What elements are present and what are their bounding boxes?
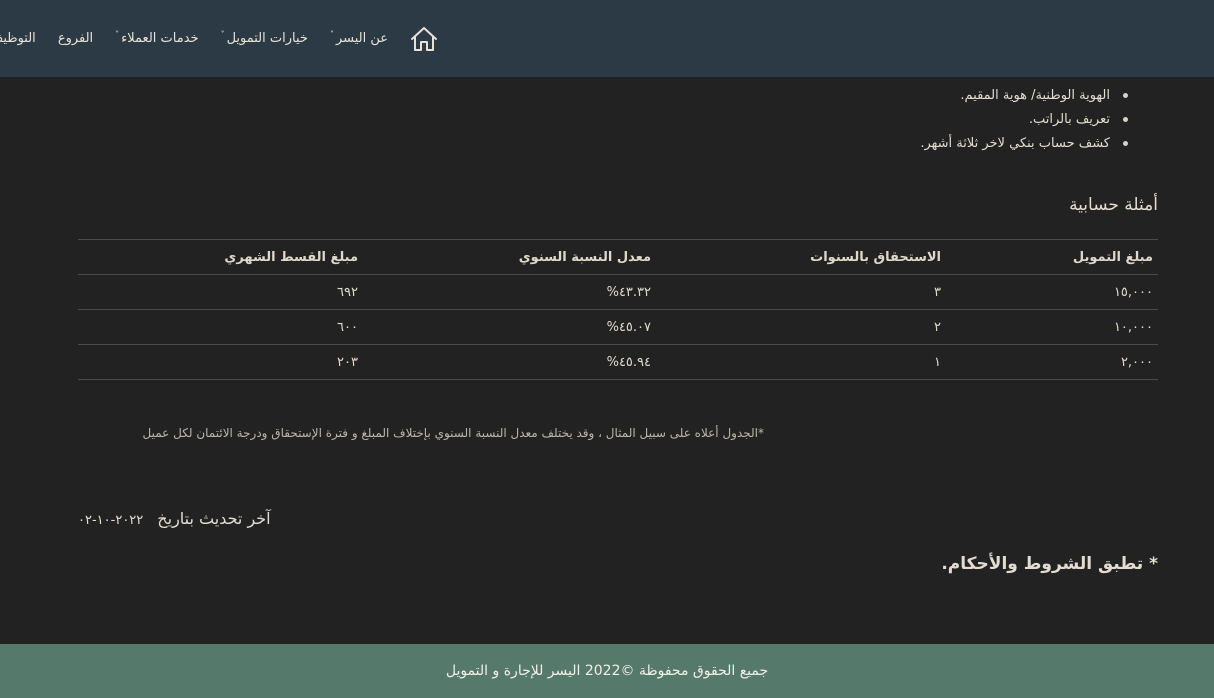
nav-branches-label: الفروع xyxy=(57,31,94,46)
last-updated: ٢٠٢٢-١٠-٠٢ آخر تحديث بتاريخ xyxy=(78,509,271,528)
table-header-row: مبلغ التمويل الاستحقاق بالسنوات معدل الن… xyxy=(78,239,1158,275)
bullet-icon xyxy=(1123,141,1128,146)
table-cell: ٦٠٠ xyxy=(78,309,366,345)
nav-about-label: عن اليسر xyxy=(335,31,388,46)
last-updated-label: آخر تحديث بتاريخ xyxy=(157,509,271,528)
table-cell: ٤٥.٠٧% xyxy=(366,309,656,345)
table-cell: ١٠,٠٠٠ xyxy=(946,309,1158,345)
footer: جميع الحقوق محفوظة ©2022 اليسر للإجارة و… xyxy=(0,644,1214,698)
table-cell: ٦٩٢ xyxy=(78,274,366,310)
table-cell: ٤٣.٣٢% xyxy=(366,274,656,310)
chevron-down-icon: ˅ xyxy=(115,30,120,39)
required-documents-list: الهوية الوطنية/ هوية المقيم. تعريف بالرا… xyxy=(920,85,1128,157)
chevron-down-icon: ˅ xyxy=(329,30,334,39)
table-row: ١٥,٠٠٠ ٣ ٤٣.٣٢% ٦٩٢ xyxy=(78,274,1158,310)
top-navigation-bar: عن اليسر ˅ خيارات التمويل ˅ خدمات العملاء ˅… xyxy=(0,0,1214,77)
table-row: ٢,٠٠٠ ١ ٤٥.٩٤% ٢٠٣ xyxy=(78,344,1158,380)
list-item: كشف حساب بنكي لاخر ثلاثة أشهر. xyxy=(920,133,1128,157)
copyright-text: جميع الحقوق محفوظة ©2022 اليسر للإجارة و… xyxy=(445,663,769,679)
section-title: أمثلة حسابية xyxy=(1069,195,1158,215)
list-item: تعريف بالراتب. xyxy=(920,109,1128,133)
examples-table: مبلغ التمويل الاستحقاق بالسنوات معدل الن… xyxy=(78,239,1158,380)
nav-customer-services-label: خدمات العملاء xyxy=(121,31,199,46)
bullet-icon xyxy=(1123,117,1128,122)
list-item: الهوية الوطنية/ هوية المقيم. xyxy=(920,85,1128,109)
nav-careers[interactable]: التوظيف xyxy=(0,31,36,46)
table-cell: ١ xyxy=(656,344,946,380)
list-item-text: كشف حساب بنكي لاخر ثلاثة أشهر. xyxy=(920,136,1110,151)
table-cell: ٣ xyxy=(656,274,946,310)
list-item-text: تعريف بالراتب. xyxy=(1028,112,1110,127)
nav-about[interactable]: عن اليسر ˅ xyxy=(329,30,388,46)
table-cell: ٢٠٣ xyxy=(78,344,366,380)
column-header: مبلغ القسط الشهري xyxy=(78,239,366,275)
column-header: معدل النسبة السنوي xyxy=(366,239,656,275)
nav-financing-options[interactable]: خيارات التمويل ˅ xyxy=(220,30,308,46)
nav-careers-label: التوظيف xyxy=(0,31,36,46)
table-footnote: *الجدول أعلاه على سبيل المثال ، وقد يختل… xyxy=(142,426,764,440)
column-header: الاستحقاق بالسنوات xyxy=(656,239,946,275)
table-cell: ٢,٠٠٠ xyxy=(946,344,1158,380)
main-content: الهوية الوطنية/ هوية المقيم. تعريف بالرا… xyxy=(78,77,1158,644)
column-header: مبلغ التمويل xyxy=(946,239,1158,275)
bullet-icon xyxy=(1123,93,1128,98)
main-nav: عن اليسر ˅ خيارات التمويل ˅ خدمات العملاء ˅… xyxy=(0,0,440,77)
table-row: ١٠,٠٠٠ ٢ ٤٥.٠٧% ٦٠٠ xyxy=(78,309,1158,345)
nav-branches[interactable]: الفروع xyxy=(58,31,93,46)
chevron-down-icon: ˅ xyxy=(220,30,225,39)
nav-financing-options-label: خيارات التمويل xyxy=(226,31,308,46)
home-icon[interactable] xyxy=(410,24,438,54)
last-updated-date: ٢٠٢٢-١٠-٠٢ xyxy=(78,513,144,528)
list-item-text: الهوية الوطنية/ هوية المقيم. xyxy=(960,88,1110,103)
table-cell: ٤٥.٩٤% xyxy=(366,344,656,380)
table-cell: ٢ xyxy=(656,309,946,345)
nav-customer-services[interactable]: خدمات العملاء ˅ xyxy=(115,30,199,46)
table-cell: ١٥,٠٠٠ xyxy=(946,274,1158,310)
terms-notice: * تطبق الشروط والأحكام. xyxy=(941,554,1158,574)
